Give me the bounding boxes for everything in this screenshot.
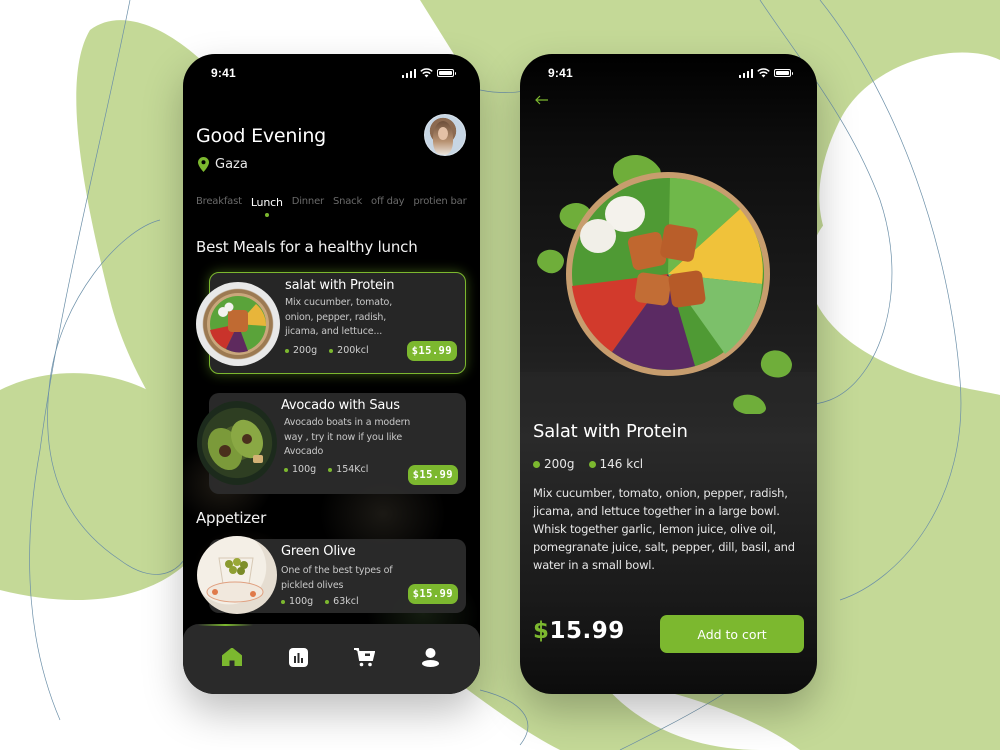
meal-image-avocado	[197, 401, 277, 485]
nav-profile[interactable]	[416, 642, 446, 672]
meal-description: Mix cucumber, tomato, onion, pepper, rad…	[285, 297, 393, 337]
meal-image-salad	[196, 282, 280, 366]
tab-snack[interactable]: Snack	[333, 196, 362, 209]
meal-calories: 200kcl	[329, 345, 369, 356]
tab-breakfast[interactable]: Breakfast	[196, 196, 242, 209]
meal-weight: 100g	[281, 596, 313, 607]
meal-image-olive	[197, 536, 277, 614]
meal-weight: 100g	[284, 464, 316, 475]
meal-description: Avocado boats in a modern way , try it n…	[284, 417, 411, 457]
cellular-signal-icon	[738, 68, 753, 78]
status-bar: 9:41	[520, 64, 817, 82]
back-button[interactable]	[532, 90, 552, 110]
wifi-icon	[420, 68, 433, 78]
location-label: Gaza	[215, 157, 248, 172]
nav-home[interactable]	[217, 642, 247, 672]
battery-icon	[437, 69, 456, 77]
home-screen: 9:41 Good Evening Gaza Breakfast Lunch D…	[183, 54, 480, 694]
meal-calories: 63kcl	[325, 596, 359, 607]
profile-icon	[422, 647, 440, 667]
meal-card[interactable]: Avocado with Saus Avocado boats in a mod…	[197, 393, 466, 494]
meal-description: One of the best types of pickled olives	[281, 565, 393, 591]
meal-name: salat with Protein	[285, 278, 395, 293]
meal-detail-screen: 9:41 Salat with Protein 200g 146 kcl Mix…	[520, 54, 817, 694]
tab-dinner[interactable]: Dinner	[292, 196, 324, 209]
tab-lunch[interactable]: Lunch	[251, 196, 283, 217]
meal-hero-image	[537, 154, 792, 414]
section-title-best-meals: Best Meals for a healthy lunch	[196, 238, 418, 256]
meal-name: Green Olive	[281, 544, 356, 559]
status-bar: 9:41	[183, 64, 480, 82]
map-pin-icon	[198, 157, 209, 172]
price-badge[interactable]: $15.99	[407, 465, 458, 485]
add-to-cart-button[interactable]: Add to cort	[660, 615, 804, 653]
greeting-title: Good Evening	[196, 125, 327, 147]
battery-icon	[774, 69, 793, 77]
arrow-left-icon	[535, 95, 548, 105]
meal-title: Salat with Protein	[533, 421, 688, 442]
nav-stats[interactable]	[283, 642, 313, 672]
cellular-signal-icon	[401, 68, 416, 78]
meal-description: Mix cucumber, tomato, onion, pepper, rad…	[533, 486, 795, 572]
price-badge[interactable]: $15.99	[407, 584, 458, 604]
status-time: 9:41	[548, 66, 573, 80]
meal-weight: 200g	[285, 345, 317, 356]
location[interactable]: Gaza	[198, 157, 248, 172]
meal-weight: 200g	[533, 457, 575, 471]
meal-calories: 154Kcl	[328, 464, 368, 475]
background-decoration	[0, 0, 1000, 750]
nav-cart[interactable]	[350, 642, 380, 672]
meal-name: Avocado with Saus	[281, 398, 400, 413]
meal-price: $15.99	[533, 618, 625, 644]
meal-card[interactable]: Green Olive One of the best types of pic…	[197, 536, 466, 614]
tab-protein-bar[interactable]: protien bar	[413, 196, 466, 209]
meal-category-tabs: Breakfast Lunch Dinner Snack off day pro…	[196, 196, 467, 217]
wifi-icon	[757, 68, 770, 78]
user-avatar[interactable]	[424, 114, 466, 156]
meal-calories: 146 kcl	[588, 457, 643, 471]
meal-card[interactable]: salat with Protein Mix cucumber, tomato,…	[196, 272, 466, 374]
home-icon	[222, 648, 243, 666]
cart-icon	[354, 647, 376, 666]
price-badge[interactable]: $15.99	[406, 341, 457, 361]
tab-off-day[interactable]: off day	[371, 196, 405, 209]
bottom-navigation	[183, 624, 480, 694]
section-title-appetizer: Appetizer	[196, 509, 267, 527]
status-time: 9:41	[211, 66, 236, 80]
stats-icon	[288, 647, 308, 667]
